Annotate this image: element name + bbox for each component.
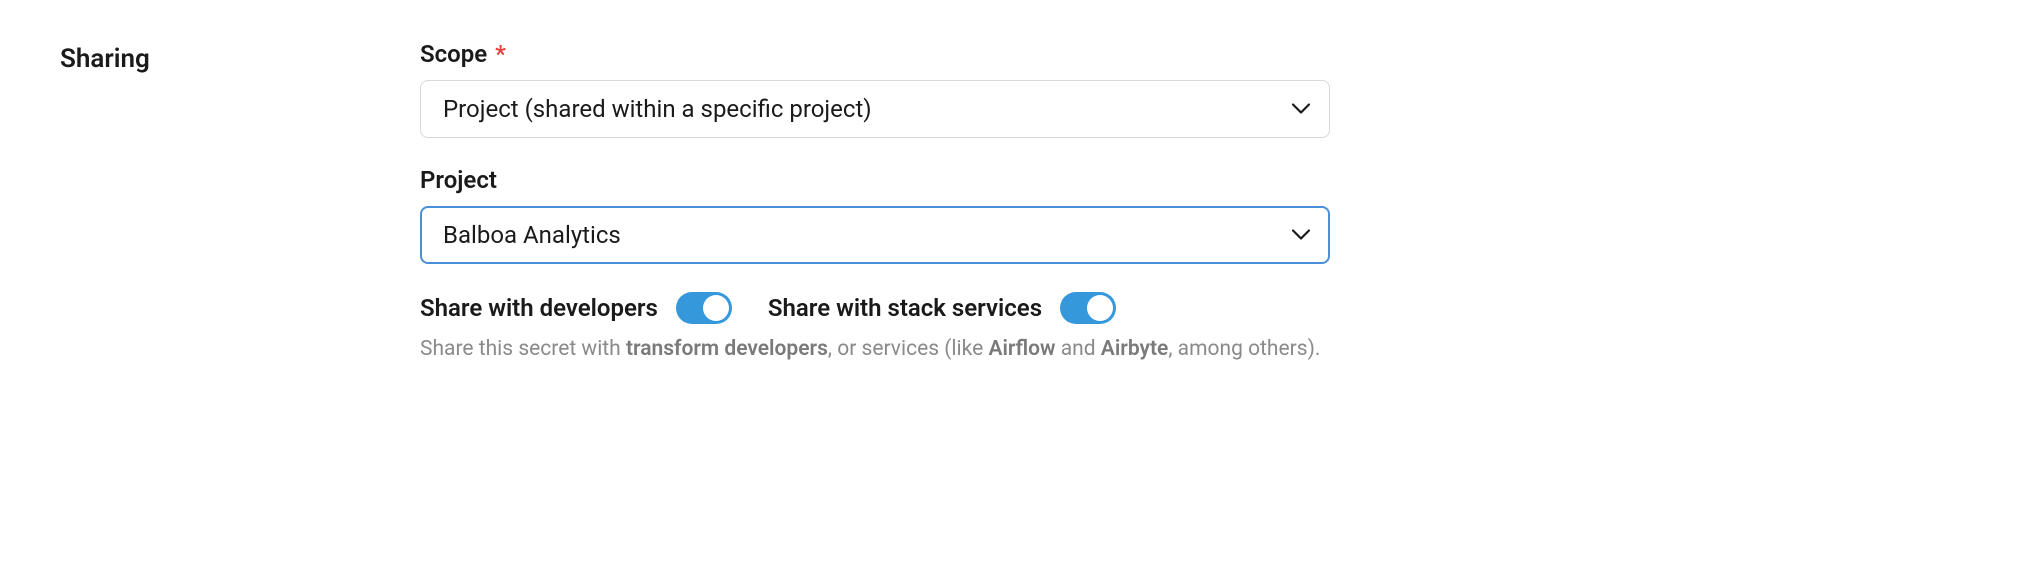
project-select-wrapper: Balboa Analytics xyxy=(420,206,1330,264)
stack-services-toggle[interactable] xyxy=(1060,292,1116,324)
section-title: Sharing xyxy=(60,40,380,74)
help-and: and xyxy=(1056,337,1101,361)
required-asterisk: * xyxy=(495,40,506,68)
help-bold-developers: transform developers xyxy=(626,337,828,361)
stack-services-toggle-label: Share with stack services xyxy=(768,294,1042,322)
scope-field-group: Scope * Project (shared within a specifi… xyxy=(420,40,1330,138)
project-select[interactable]: Balboa Analytics xyxy=(420,206,1330,264)
help-bold-airbyte: Airbyte xyxy=(1101,337,1169,361)
help-prefix: Share this secret with xyxy=(420,337,626,361)
scope-label-text: Scope xyxy=(420,40,487,68)
stack-services-toggle-group: Share with stack services xyxy=(768,292,1116,324)
developers-toggle[interactable] xyxy=(676,292,732,324)
sharing-section: Sharing Scope * Project (shared within a… xyxy=(60,40,1978,366)
help-mid: , or services (like xyxy=(828,337,989,361)
toggle-knob xyxy=(703,295,729,321)
project-field-group: Project Balboa Analytics xyxy=(420,166,1330,264)
project-label: Project xyxy=(420,166,1330,194)
scope-label: Scope * xyxy=(420,40,1330,68)
help-suffix: , among others). xyxy=(1168,337,1320,361)
toggle-knob xyxy=(1087,295,1113,321)
scope-select[interactable]: Project (shared within a specific projec… xyxy=(420,80,1330,138)
developers-toggle-label: Share with developers xyxy=(420,294,658,322)
toggles-row: Share with developers Share with stack s… xyxy=(420,292,1330,324)
help-bold-airflow: Airflow xyxy=(988,337,1055,361)
fields-container: Scope * Project (shared within a specifi… xyxy=(420,40,1330,366)
help-text: Share this secret with transform develop… xyxy=(420,334,1330,366)
scope-select-wrapper: Project (shared within a specific projec… xyxy=(420,80,1330,138)
developers-toggle-group: Share with developers xyxy=(420,292,732,324)
